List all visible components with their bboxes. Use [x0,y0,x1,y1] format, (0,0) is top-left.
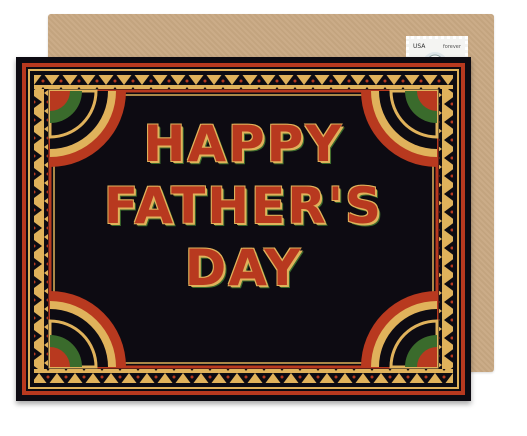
greeting-text: HAPPY FATHER'S DAY [16,113,471,299]
greeting-card: HAPPY FATHER'S DAY [16,57,471,401]
greeting-line-1: HAPPY [143,115,344,173]
corner-medallion-bottom-left [48,291,126,369]
stamp-denomination: forever [443,44,462,50]
corner-medallion-bottom-right [361,291,439,369]
greeting-line-2: FATHER'S [103,177,384,235]
greeting-line-3: DAY [184,239,303,297]
stamp-country: USA [413,43,426,50]
